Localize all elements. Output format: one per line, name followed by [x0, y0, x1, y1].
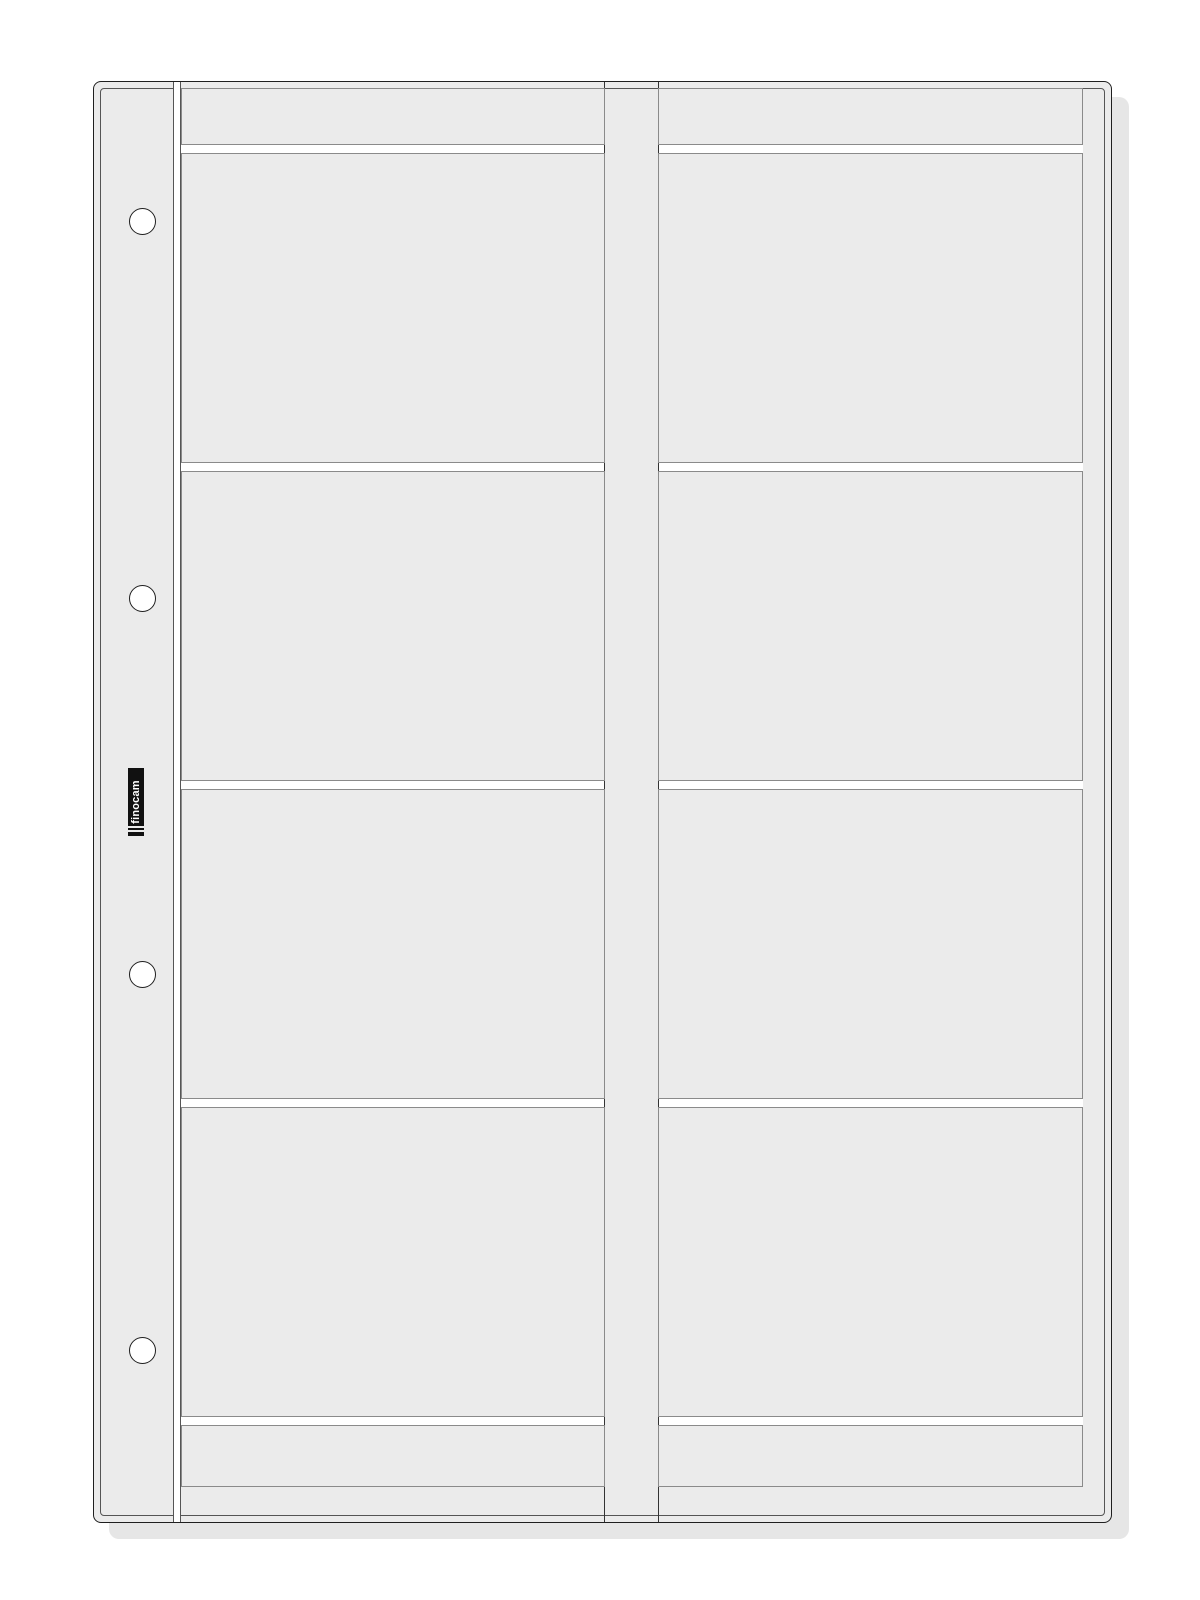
pocket-seam: [181, 1099, 604, 1107]
bottom-strip-right: [658, 1425, 1083, 1487]
pocket-seam: [659, 1417, 1083, 1425]
punch-hole: [129, 961, 156, 988]
bottom-strip-left: [181, 1425, 605, 1487]
binder-sheet-protector: finocam: [93, 81, 1112, 1523]
card-pocket[interactable]: [181, 1107, 605, 1417]
pocket-seam: [181, 1417, 604, 1425]
pocket-seam: [181, 145, 604, 153]
punch-hole: [129, 208, 156, 235]
card-pocket[interactable]: [181, 471, 605, 781]
punch-hole: [129, 585, 156, 612]
pocket-seam: [659, 781, 1083, 789]
pocket-seam: [659, 145, 1083, 153]
card-pocket[interactable]: [658, 1107, 1083, 1417]
card-pocket[interactable]: [658, 471, 1083, 781]
card-pocket[interactable]: [181, 789, 605, 1099]
top-strip-left: [181, 88, 605, 145]
pocket-seam: [659, 1099, 1083, 1107]
top-strip-right: [658, 88, 1083, 145]
pocket-seam: [181, 463, 604, 471]
pocket-seam: [659, 463, 1083, 471]
pocket-seam: [181, 781, 604, 789]
brand-logo-stripes: [128, 808, 144, 836]
card-pocket[interactable]: [658, 153, 1083, 463]
punch-hole: [129, 1337, 156, 1364]
card-pocket[interactable]: [658, 789, 1083, 1099]
card-pocket[interactable]: [181, 153, 605, 463]
